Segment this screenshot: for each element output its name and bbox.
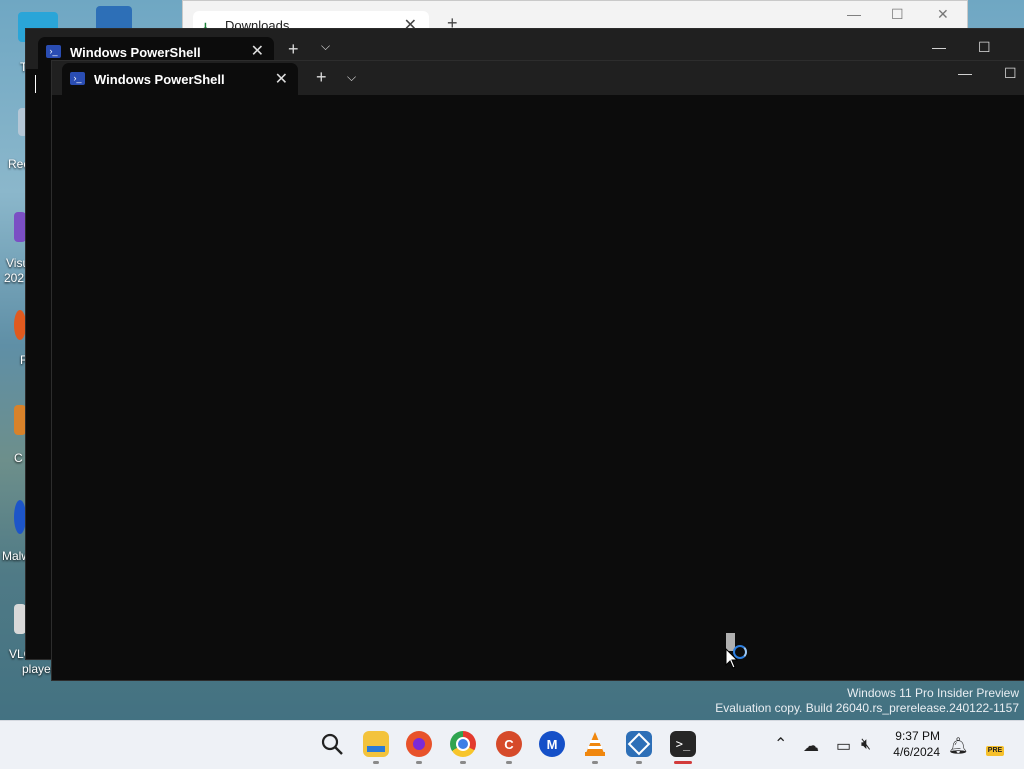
virtualbox-cube: [627, 732, 651, 756]
maximize-button[interactable]: ☐: [891, 6, 904, 23]
close-icon[interactable]: ✕: [251, 41, 264, 61]
powershell-icon: ›_: [70, 72, 85, 85]
desktop-label-ccleaner: C: [14, 451, 23, 465]
app-running-indicator: [636, 761, 642, 764]
powershell-icon: ›_: [46, 45, 61, 58]
minimize-button[interactable]: —: [847, 6, 861, 22]
search-icon-glyph: [321, 733, 343, 755]
terminal-front-tab-title: Windows PowerShell: [94, 72, 225, 87]
chrome-icon[interactable]: [450, 731, 476, 757]
firefox-icon[interactable]: [406, 731, 432, 757]
file-explorer-icon[interactable]: [363, 731, 389, 757]
chevron-down-icon[interactable]: ⌵: [347, 70, 356, 85]
text-cursor: [35, 75, 36, 93]
chrome-center: [456, 737, 470, 751]
app-running-indicator: [506, 761, 512, 764]
terminal-icon[interactable]: >_: [670, 731, 696, 757]
terminal-front-tab[interactable]: ›_ Windows PowerShell ✕: [62, 63, 298, 95]
watermark-line1: Windows 11 Pro Insider Preview: [847, 686, 1019, 700]
onedrive-icon[interactable]: ☁: [803, 736, 819, 756]
vlc-icon[interactable]: [582, 731, 608, 757]
minimize-button[interactable]: —: [958, 65, 972, 81]
watermark-line2: Evaluation copy. Build 26040.rs_prerelea…: [715, 701, 1019, 715]
new-tab-button[interactable]: +: [288, 39, 299, 60]
app-running-indicator: [460, 761, 466, 764]
app-running-indicator: [592, 761, 598, 764]
window-close-button[interactable]: ✕: [937, 6, 949, 23]
pre-badge: PRE: [986, 746, 1004, 756]
system-clock[interactable]: 9:37 PM 4/6/2024: [893, 728, 940, 760]
search-icon[interactable]: [319, 731, 345, 757]
minimize-button[interactable]: —: [932, 39, 946, 55]
desktop-label-visual-studio-year: 202: [4, 271, 25, 285]
terminal-window-front[interactable]: ›_ Windows PowerShell ✕ + ⌵ — ☐: [35, 60, 1024, 681]
maximize-button[interactable]: ☐: [1004, 65, 1017, 82]
maximize-button[interactable]: ☐: [978, 39, 991, 56]
os-watermark: Windows 11 Pro Insider Preview Evaluatio…: [715, 686, 1019, 716]
terminal-back-tab-title: Windows PowerShell: [70, 45, 201, 60]
volume-muted-icon[interactable]: 🔇︎: [861, 736, 871, 754]
notification-bell-icon[interactable]: 🔔︎: [948, 736, 968, 756]
display-icon[interactable]: ▭: [836, 736, 851, 756]
desktop-label-vlc-line2: player: [22, 662, 55, 676]
mouse-pointer-icon: [725, 648, 739, 669]
malwarebytes-icon[interactable]: M: [539, 731, 565, 757]
app-running-indicator: [373, 761, 379, 764]
tray-overflow-chevron-icon[interactable]: ⌃: [774, 734, 787, 754]
clock-date: 4/6/2024: [893, 745, 940, 759]
new-tab-button[interactable]: +: [316, 67, 327, 88]
app-running-indicator: [416, 761, 422, 764]
clock-time: 9:37 PM: [895, 729, 940, 743]
virtualbox-icon[interactable]: [626, 731, 652, 757]
app-active-indicator: [674, 761, 692, 764]
close-icon[interactable]: ✕: [275, 69, 288, 89]
folder-stripe: [367, 746, 385, 752]
vlc-cone: [585, 732, 605, 756]
firefox-globe: [413, 738, 425, 750]
ccleaner-icon[interactable]: C: [496, 731, 522, 757]
terminal-front-tabbar: ›_ Windows PowerShell ✕ + ⌵ — ☐: [52, 61, 1024, 95]
chevron-down-icon[interactable]: ⌵: [321, 39, 330, 54]
